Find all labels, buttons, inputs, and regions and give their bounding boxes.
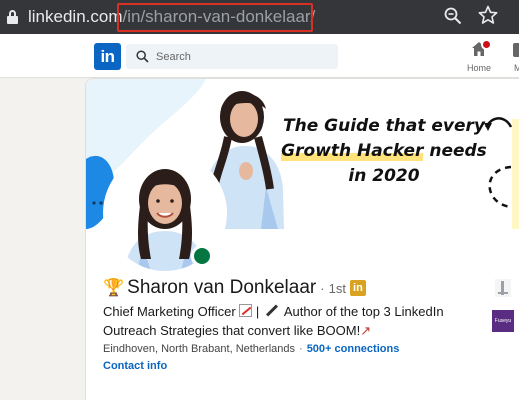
rocket-emoji-icon: ↗: [360, 323, 372, 338]
search-icon: [136, 50, 149, 63]
profile-name: Sharon van Donkelaar: [127, 277, 317, 298]
notification-badge: [481, 39, 492, 50]
banner-line2-highlight: Growth Hacker: [281, 141, 424, 161]
url-domain: linkedin.com: [28, 7, 123, 26]
nav-home-label: Home: [466, 63, 491, 73]
chart-emoji-icon: [239, 304, 253, 317]
profile-name-row: 🏆 Sharon van Donkelaar · 1st in: [103, 277, 366, 299]
url-path-highlight-box: [117, 3, 313, 32]
trophy-icon: 🏆: [103, 278, 125, 297]
lock-icon[interactable]: [7, 10, 18, 24]
premium-badge-icon[interactable]: in: [349, 280, 366, 296]
search-input[interactable]: [156, 44, 331, 69]
nav-home[interactable]: Home: [462, 38, 496, 76]
headline-part1: Chief Marketing Officer: [103, 304, 240, 319]
profile-location: Eindhoven, North Brabant, Netherlands: [103, 343, 296, 355]
name-separator: ·: [320, 280, 325, 296]
location-separator: ·: [299, 343, 303, 355]
banner-line1: The Guide that every: [283, 116, 485, 136]
zoom-icon[interactable]: [444, 7, 462, 25]
address-bar[interactable]: linkedin.com/in/sharon-van-donkelaar/: [0, 0, 519, 34]
profile-card: The Guide that every Growth Hacker needs…: [85, 78, 519, 400]
pen-emoji-icon: [265, 304, 278, 317]
linkedin-logo[interactable]: in: [94, 43, 121, 70]
nav-more-cutoff[interactable]: M: [510, 38, 519, 76]
contact-info-link[interactable]: Contact info: [103, 360, 167, 372]
company-logo-icon[interactable]: [495, 279, 511, 297]
banner-line2: Growth Hacker needs: [278, 139, 490, 164]
search-box[interactable]: [126, 44, 338, 69]
banner-line2-rest: needs: [423, 141, 487, 161]
banner-headline: The Guide that every Growth Hacker needs…: [278, 114, 490, 189]
education-logo-icon[interactable]: Fuseyu: [492, 310, 514, 332]
banner-line3: in 2020: [348, 166, 420, 186]
bookmark-star-icon[interactable]: [478, 5, 498, 25]
headline-part2: |: [252, 304, 263, 319]
connection-degree: 1st: [328, 280, 346, 296]
connections-link[interactable]: 500+ connections: [307, 343, 400, 355]
profile-headline: Chief Marketing Officer | Author of the …: [103, 302, 498, 340]
linkedin-nav: in Home M: [0, 34, 519, 78]
profile-location-row: Eindhoven, North Brabant, Netherlands · 50…: [103, 343, 399, 355]
online-status-indicator: [191, 245, 213, 267]
browser-page: linkedin.com/in/sharon-van-donkelaar/ in…: [0, 0, 519, 400]
